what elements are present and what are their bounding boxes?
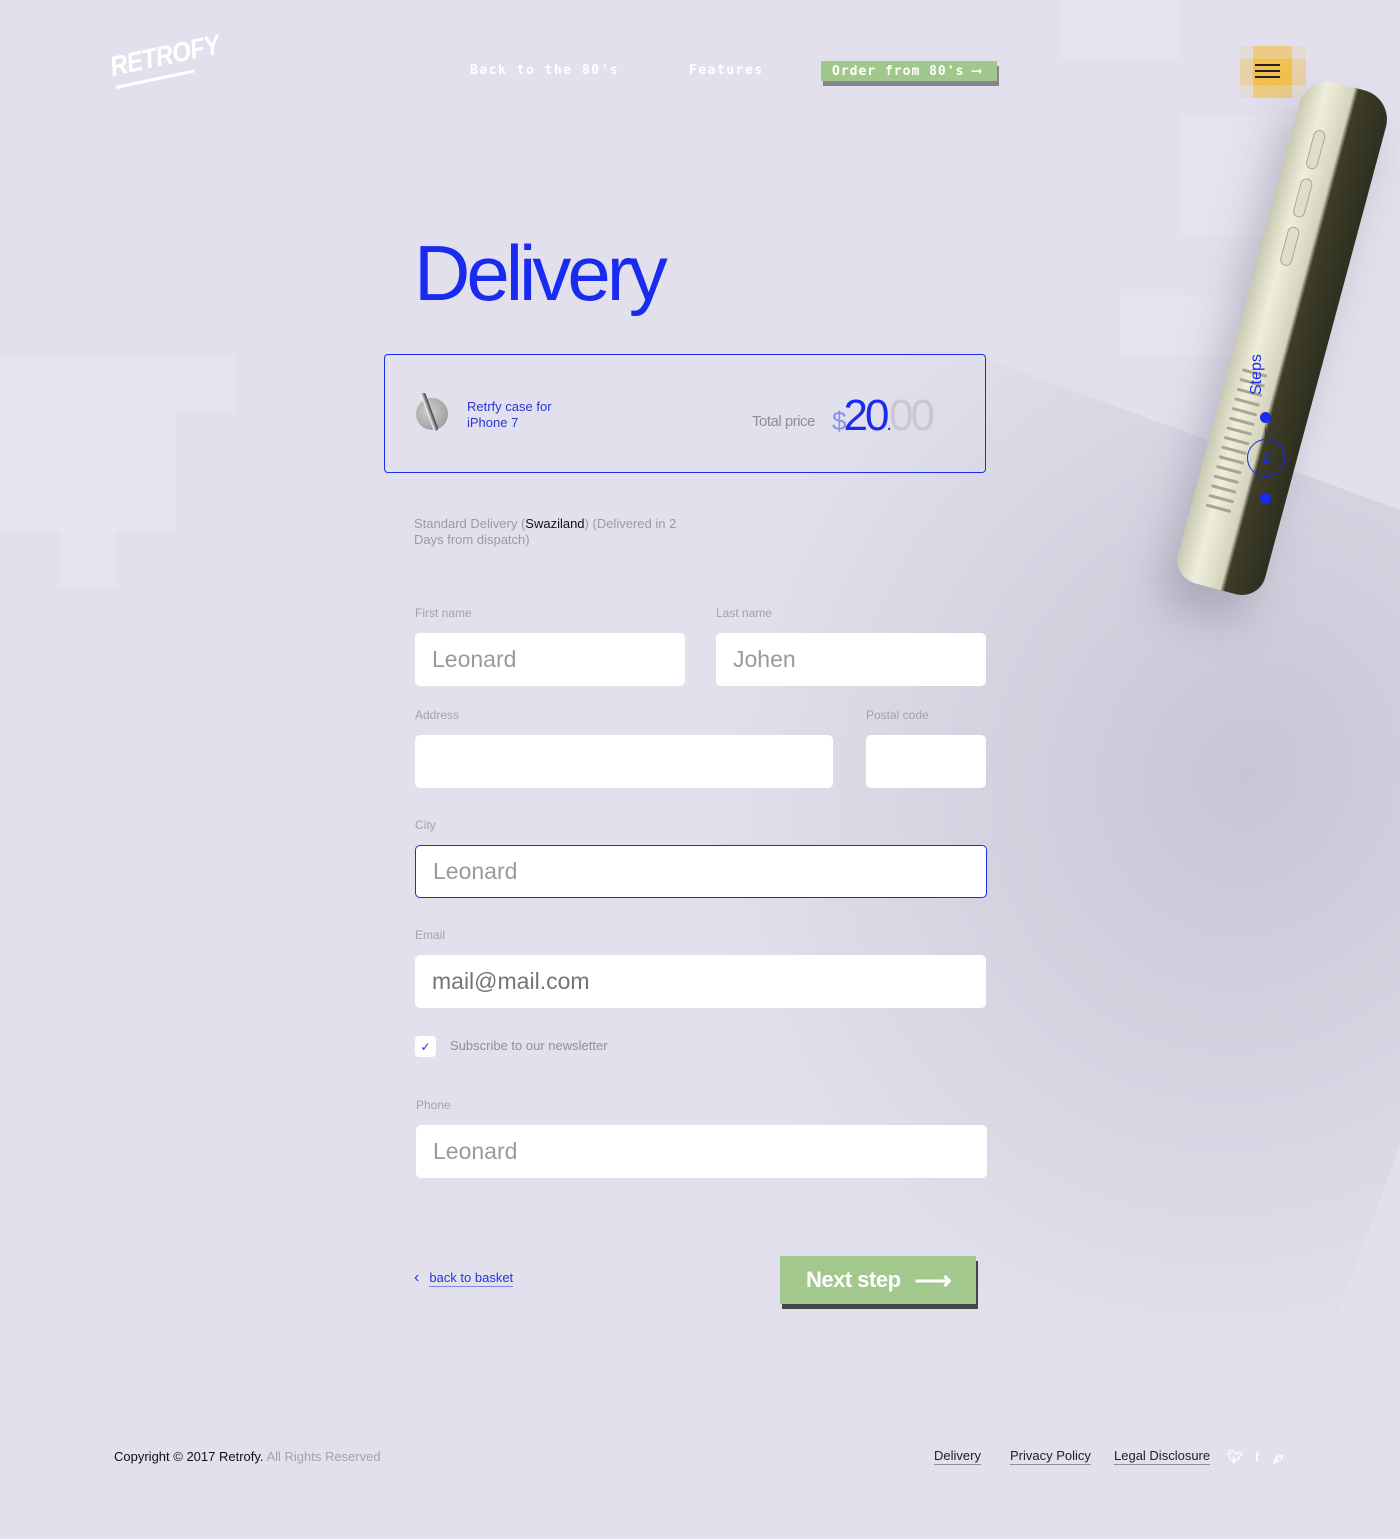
pinterest-icon[interactable]: ℘	[1273, 1449, 1282, 1465]
price-currency: $	[832, 406, 847, 436]
copyright-text: Copyright © 2017 Retrofy.	[114, 1449, 264, 1464]
order-button[interactable]: Order from 80's ⟶	[821, 61, 997, 81]
delivery-country: Swaziland	[525, 516, 585, 531]
city-input[interactable]	[415, 845, 987, 898]
step-current: 2	[1247, 439, 1285, 477]
rights-text: All Rights Reserved	[266, 1449, 381, 1464]
order-button-label: Order from 80's	[832, 63, 965, 79]
phone-grip	[1205, 503, 1232, 514]
address-input[interactable]	[415, 735, 833, 788]
step-dot-previous[interactable]	[1260, 412, 1271, 423]
footer-link-delivery[interactable]: Delivery	[934, 1448, 981, 1465]
checkmark-icon: ✓	[420, 1039, 431, 1054]
step-dot-next[interactable]	[1260, 493, 1271, 504]
phone-grip	[1213, 474, 1240, 485]
step-connector	[1265, 427, 1266, 435]
bg-tile	[0, 355, 236, 413]
first-name-label: First name	[415, 606, 472, 620]
back-to-basket-link[interactable]: ‹ back to basket	[414, 1269, 514, 1287]
bg-tile	[1060, 0, 1180, 58]
delivery-info: Standard Delivery (Swaziland) (Delivered…	[414, 516, 684, 548]
footer-link-privacy-policy[interactable]: Privacy Policy	[1010, 1448, 1091, 1465]
copyright: Copyright © 2017 Retrofy. All Rights Res…	[114, 1449, 381, 1464]
arrow-right-icon: ⟶	[972, 63, 982, 79]
delivery-info-prefix: Standard Delivery (	[414, 516, 526, 531]
email-input[interactable]	[415, 955, 986, 1008]
product-name[interactable]: Retrfy case for iPhone 7	[467, 399, 587, 431]
phone-grip	[1208, 493, 1235, 504]
logo[interactable]: RETROFY	[107, 29, 223, 94]
step-connector	[1265, 481, 1266, 489]
postal-code-input[interactable]	[866, 735, 986, 788]
phone-volume-up	[1291, 177, 1314, 219]
newsletter-label[interactable]: Subscribe to our newsletter	[450, 1038, 608, 1053]
newsletter-checkbox[interactable]: ✓	[415, 1036, 436, 1057]
phone-grip	[1218, 455, 1245, 465]
next-step-button[interactable]: Next step ⟶	[780, 1256, 976, 1304]
phone-grip	[1221, 445, 1248, 456]
cart-summary: Retrfy case for iPhone 7 Total price $20…	[384, 354, 986, 473]
footer-link-legal-disclosure[interactable]: Legal Disclosure	[1114, 1448, 1211, 1465]
arrow-right-icon: ⟶	[914, 1264, 952, 1295]
page-title: Delivery	[414, 229, 668, 317]
email-label: Email	[415, 928, 446, 942]
phone-volume-down	[1278, 225, 1301, 268]
phone-input[interactable]	[416, 1125, 987, 1178]
phone-grip	[1215, 464, 1242, 475]
bg-tile	[58, 473, 118, 589]
total-price: $20.00	[832, 391, 935, 441]
twitter-icon[interactable]: 🐦︎	[1227, 1449, 1244, 1465]
first-name-input[interactable]	[415, 633, 685, 686]
phone-switch	[1304, 128, 1327, 171]
back-to-basket-label: back to basket	[429, 1269, 514, 1287]
price-integer: 20	[843, 391, 889, 440]
postal-code-label: Postal code	[866, 708, 929, 722]
price-decimal: 00	[888, 391, 935, 440]
product-thumbnail	[416, 398, 448, 430]
city-label: City	[415, 818, 436, 832]
steps-indicator: Steps 2	[1246, 345, 1286, 510]
phone-grip	[1210, 484, 1237, 494]
facebook-icon[interactable]: f	[1255, 1449, 1259, 1465]
nav-back-to-80s[interactable]: Back to the 80's	[470, 63, 619, 78]
phone-label: Phone	[416, 1098, 451, 1112]
last-name-label: Last name	[716, 606, 773, 620]
last-name-input[interactable]	[716, 633, 986, 686]
hamburger-menu-icon	[1255, 64, 1280, 82]
nav-features[interactable]: Features	[689, 63, 764, 78]
steps-label: Steps	[1248, 354, 1265, 395]
chevron-left-icon: ‹	[414, 1269, 420, 1286]
total-price-label: Total price	[752, 413, 815, 430]
next-step-label: Next step	[806, 1267, 901, 1292]
address-label: Address	[415, 708, 460, 722]
